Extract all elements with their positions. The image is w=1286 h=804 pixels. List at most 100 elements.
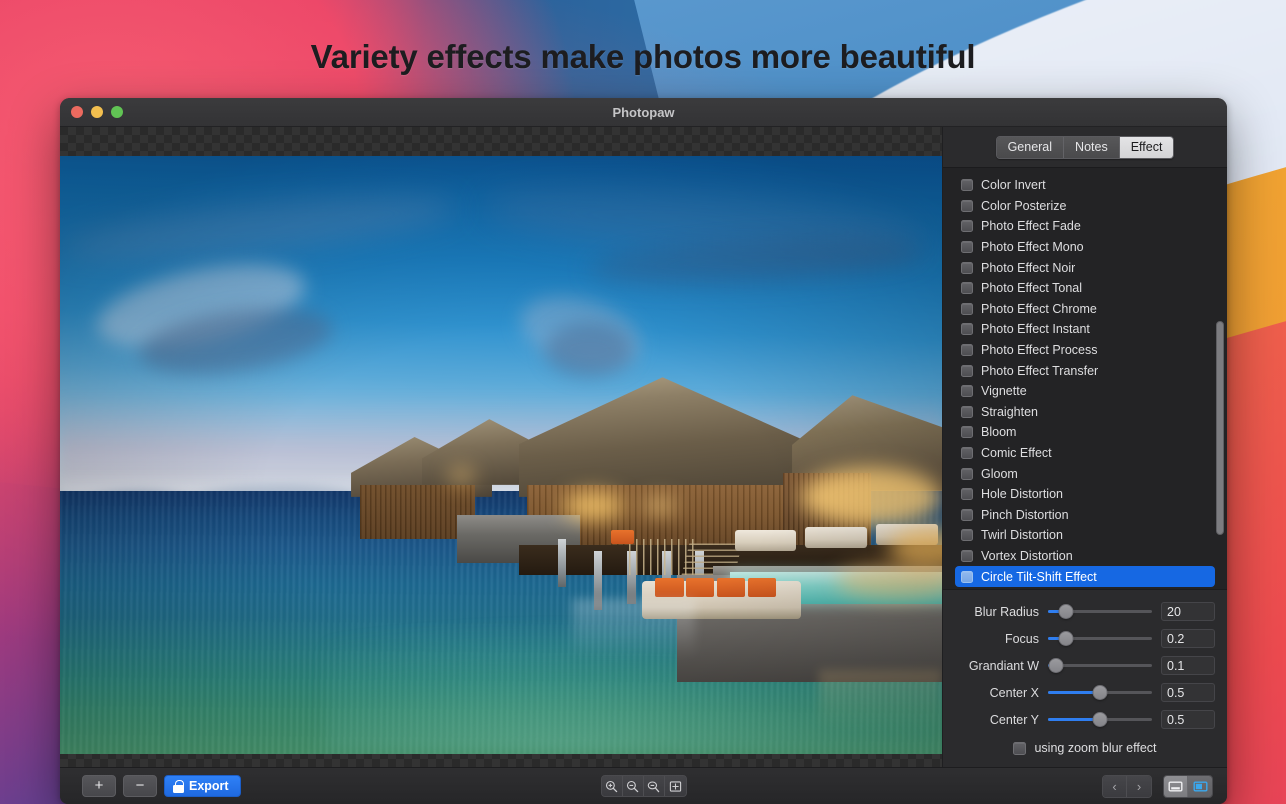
checkbox-icon[interactable] bbox=[961, 467, 973, 480]
focus-value[interactable]: 0.2 bbox=[1161, 629, 1215, 648]
param-label: Focus bbox=[1004, 631, 1039, 646]
checkbox-icon[interactable] bbox=[961, 385, 973, 398]
checkbox-icon[interactable] bbox=[961, 261, 973, 274]
tab-general[interactable]: General bbox=[996, 136, 1065, 158]
effect-row-photo-effect-instant[interactable]: Photo Effect Instant bbox=[955, 319, 1215, 340]
checkbox-icon[interactable] bbox=[961, 405, 973, 418]
checkbox-icon[interactable] bbox=[961, 570, 973, 583]
close-button[interactable] bbox=[71, 106, 83, 118]
effect-row-photo-effect-fade[interactable]: Photo Effect Fade bbox=[955, 216, 1215, 237]
photo-piling bbox=[558, 538, 567, 587]
effect-row-pinch-distortion[interactable]: Pinch Distortion bbox=[955, 505, 1215, 526]
param-label: Grandiant W bbox=[968, 658, 1039, 673]
grandiant-w-value[interactable]: 0.1 bbox=[1161, 656, 1215, 675]
effect-row-photo-effect-transfer[interactable]: Photo Effect Transfer bbox=[955, 360, 1215, 381]
tab-effect[interactable]: Effect bbox=[1119, 136, 1174, 158]
zoom-in-button[interactable] bbox=[601, 776, 623, 796]
checkbox-icon[interactable] bbox=[961, 179, 973, 192]
effect-label: Comic Effect bbox=[981, 446, 1052, 461]
bottom-toolbar: + − Export ‹ › bbox=[60, 767, 1227, 804]
zoom-button[interactable] bbox=[111, 106, 123, 118]
effect-row-color-invert[interactable]: Color Invert bbox=[955, 175, 1215, 196]
checkbox-icon[interactable] bbox=[961, 529, 973, 542]
checkbox-icon[interactable] bbox=[961, 220, 973, 233]
effect-label: Vignette bbox=[981, 384, 1027, 399]
effect-row-straighten[interactable]: Straighten bbox=[955, 402, 1215, 423]
split-view-button[interactable] bbox=[1188, 775, 1212, 797]
slider-knob[interactable] bbox=[1048, 658, 1064, 673]
effect-label: Photo Effect Fade bbox=[981, 219, 1081, 234]
toolbar-left-group: + − Export bbox=[82, 775, 241, 797]
checkbox-icon[interactable] bbox=[961, 344, 973, 357]
param-row-grandiant-w: Grandiant W 0.1 bbox=[955, 652, 1215, 679]
effects-list-container[interactable]: Color Invert Color Posterize Photo Effec… bbox=[943, 167, 1227, 589]
checkbox-icon[interactable] bbox=[961, 323, 973, 336]
effect-row-vignette[interactable]: Vignette bbox=[955, 381, 1215, 402]
photo-canvas[interactable] bbox=[60, 127, 942, 767]
effect-row-gloom[interactable]: Gloom bbox=[955, 463, 1215, 484]
slider-knob[interactable] bbox=[1092, 712, 1108, 727]
effect-row-twirl-distortion[interactable]: Twirl Distortion bbox=[955, 525, 1215, 546]
effect-row-color-posterize[interactable]: Color Posterize bbox=[955, 196, 1215, 217]
checkbox-icon[interactable] bbox=[961, 447, 973, 460]
effect-row-hole-distortion[interactable]: Hole Distortion bbox=[955, 484, 1215, 505]
effect-row-photo-effect-process[interactable]: Photo Effect Process bbox=[955, 340, 1215, 361]
grandiant-w-slider[interactable] bbox=[1048, 658, 1152, 674]
previous-photo-button[interactable]: ‹ bbox=[1103, 775, 1127, 797]
checkbox-icon[interactable] bbox=[961, 426, 973, 439]
effect-row-photo-effect-tonal[interactable]: Photo Effect Tonal bbox=[955, 278, 1215, 299]
effect-row-vortex-distortion[interactable]: Vortex Distortion bbox=[955, 546, 1215, 567]
blur-radius-slider[interactable] bbox=[1048, 604, 1152, 620]
next-photo-button[interactable]: › bbox=[1127, 775, 1151, 797]
effect-row-circle-tilt-shift-effect[interactable]: Circle Tilt-Shift Effect bbox=[955, 566, 1215, 587]
effect-row-photo-effect-noir[interactable]: Photo Effect Noir bbox=[955, 257, 1215, 278]
zoom-actual-size-button[interactable] bbox=[643, 776, 665, 796]
slider-knob[interactable] bbox=[1058, 604, 1074, 619]
checkbox-icon[interactable] bbox=[961, 282, 973, 295]
effect-label: Photo Effect Tonal bbox=[981, 281, 1083, 296]
checkbox-icon[interactable] bbox=[961, 199, 973, 212]
effects-scrollbar-thumb[interactable] bbox=[1216, 320, 1224, 536]
slider-knob[interactable] bbox=[1058, 631, 1074, 646]
checkbox-icon[interactable] bbox=[961, 549, 973, 562]
minimize-button[interactable] bbox=[91, 106, 103, 118]
checkbox-icon[interactable] bbox=[961, 488, 973, 501]
checkbox-icon[interactable] bbox=[961, 241, 973, 254]
effect-label: Vortex Distortion bbox=[981, 548, 1073, 563]
center-x-value[interactable]: 0.5 bbox=[1161, 683, 1215, 702]
effect-row-linear-tilt-shift-effect[interactable]: Linear Tilt-Shift Effect bbox=[955, 587, 1215, 589]
window-title: Photopaw bbox=[612, 104, 675, 120]
effect-row-comic-effect[interactable]: Comic Effect bbox=[955, 443, 1215, 464]
effect-label: Photo Effect Transfer bbox=[981, 363, 1099, 378]
effect-label: Pinch Distortion bbox=[981, 507, 1069, 522]
checkbox-icon[interactable] bbox=[961, 302, 973, 315]
center-y-value[interactable]: 0.5 bbox=[1161, 710, 1215, 729]
focus-slider[interactable] bbox=[1048, 631, 1152, 647]
effect-row-photo-effect-chrome[interactable]: Photo Effect Chrome bbox=[955, 299, 1215, 320]
checkbox-icon[interactable] bbox=[1013, 741, 1027, 755]
zoom-fit-button[interactable] bbox=[664, 776, 686, 796]
zoom-blur-checkbox-row[interactable]: using zoom blur effect bbox=[955, 735, 1215, 761]
checkbox-icon[interactable] bbox=[961, 508, 973, 521]
remove-photo-button[interactable]: − bbox=[123, 775, 157, 797]
photo-reflection bbox=[818, 670, 942, 731]
effect-label: Photo Effect Process bbox=[981, 343, 1098, 358]
center-x-slider[interactable] bbox=[1048, 685, 1152, 701]
param-row-center-x: Center X 0.5 bbox=[955, 679, 1215, 706]
single-view-button[interactable] bbox=[1164, 775, 1188, 797]
toolbar-right-group: ‹ › bbox=[1102, 774, 1213, 798]
slider-knob[interactable] bbox=[1092, 685, 1108, 700]
photo-image bbox=[60, 156, 942, 754]
inspector-tabbar: General Notes Effect bbox=[943, 127, 1227, 167]
effects-scrollbar-track[interactable] bbox=[1216, 172, 1224, 585]
add-photo-button[interactable]: + bbox=[82, 775, 116, 797]
tab-notes[interactable]: Notes bbox=[1064, 136, 1120, 158]
checkbox-icon[interactable] bbox=[961, 364, 973, 377]
zoom-out-button[interactable] bbox=[622, 776, 644, 796]
effect-row-photo-effect-mono[interactable]: Photo Effect Mono bbox=[955, 237, 1215, 258]
blur-radius-value[interactable]: 20 bbox=[1161, 602, 1215, 621]
tab-group: General Notes Effect bbox=[995, 135, 1175, 159]
export-button[interactable]: Export bbox=[164, 775, 241, 797]
center-y-slider[interactable] bbox=[1048, 712, 1152, 728]
effect-row-bloom[interactable]: Bloom bbox=[955, 422, 1215, 443]
